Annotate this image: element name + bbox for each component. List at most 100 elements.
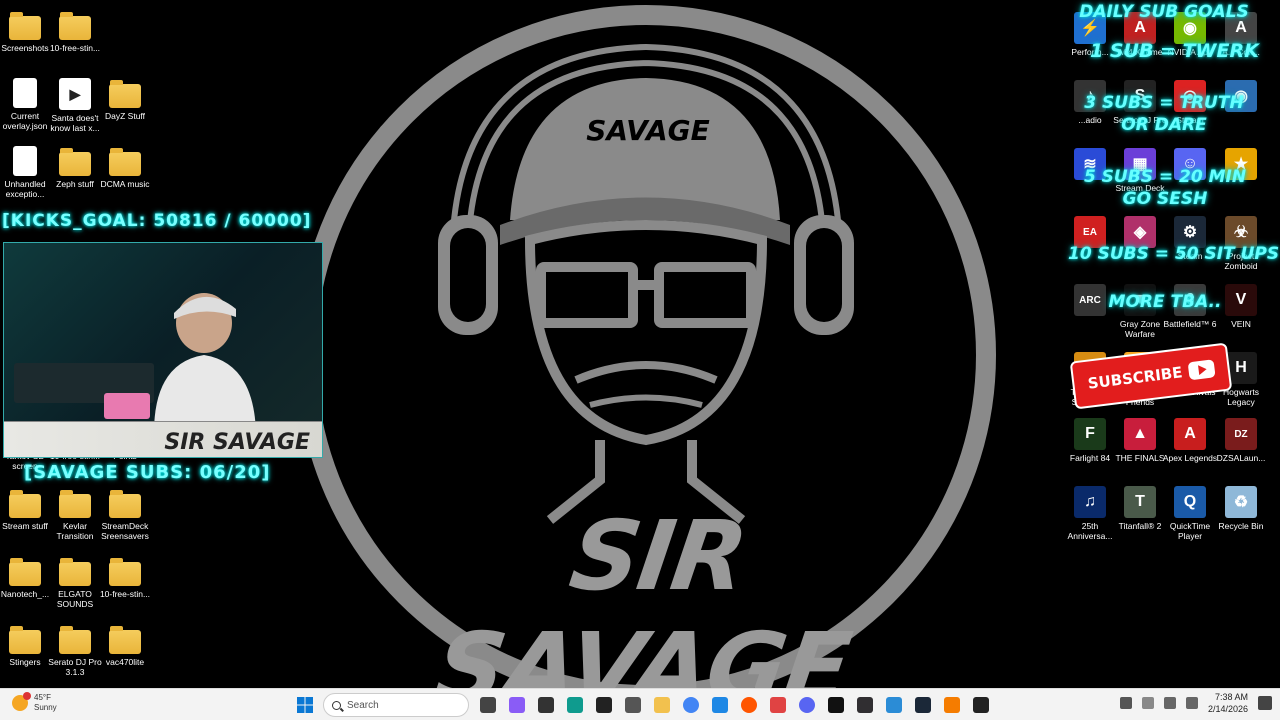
app-2-icon — [595, 697, 612, 713]
desktop-icon-10-free-stin[interactable]: 10-free-stin... — [45, 10, 105, 53]
goal-4: 10 SUBS = 50 SIT UPS — [1068, 244, 1280, 264]
desktop-icon-label: 10-free-stin... — [49, 43, 101, 53]
folder-icon — [9, 558, 41, 586]
taskbar: 45°F Sunny Search 7:38 AM 2/14/2026 — [0, 688, 1280, 720]
folder-icon — [59, 490, 91, 518]
chrome-icon — [682, 697, 699, 713]
app-1-taskbar-button[interactable] — [560, 692, 589, 718]
folder-icon — [9, 626, 41, 654]
capcut-taskbar-button[interactable] — [821, 692, 850, 718]
folder-icon — [9, 12, 41, 40]
terminal-icon — [537, 697, 554, 713]
file-explorer-taskbar-button[interactable] — [647, 692, 676, 718]
maps-taskbar-button[interactable] — [763, 692, 792, 718]
discord-taskbar-button[interactable] — [792, 692, 821, 718]
desktop-icon-recycle-bin[interactable]: ♻ Recycle Bin — [1211, 486, 1271, 531]
capcut-icon — [827, 697, 844, 713]
app-4-taskbar-button[interactable] — [937, 692, 966, 718]
app-icon: A — [1174, 418, 1206, 450]
photos-taskbar-button[interactable] — [705, 692, 734, 718]
pinned-apps — [473, 692, 995, 718]
app-icon: ♫ — [1074, 486, 1106, 518]
task-view-icon — [479, 697, 496, 713]
notepad-taskbar-button[interactable] — [879, 692, 908, 718]
steam-icon — [914, 697, 931, 713]
desktop-icon-streamdeck-sreensavers[interactable]: StreamDeck Sreensavers — [95, 488, 155, 541]
notepad-icon — [885, 697, 902, 713]
folder-icon — [109, 80, 141, 108]
app-2-taskbar-button[interactable] — [589, 692, 618, 718]
weather-widget[interactable]: 45°F Sunny — [12, 692, 57, 713]
desktop-icon-label: DCMA music — [100, 179, 150, 189]
file-icon — [13, 146, 37, 176]
maps-icon — [769, 697, 786, 713]
webcam-overlay: SIR SAVAGE — [3, 242, 323, 458]
desktop-icon-10-free-stin[interactable]: 10-free-stin... — [95, 556, 155, 599]
folder-icon — [109, 558, 141, 586]
desktop: SAVAGE SIR SAVAGE Screenshots 10-free-sti… — [0, 0, 1280, 688]
cam-banner: SIR SAVAGE — [4, 421, 322, 457]
steam-taskbar-button[interactable] — [908, 692, 937, 718]
copilot-icon — [508, 697, 525, 713]
clock-date: 2/14/2026 — [1207, 704, 1248, 714]
obs-taskbar-button[interactable] — [850, 692, 879, 718]
notifications-icon[interactable] — [1258, 696, 1272, 710]
app-icon: Q — [1174, 486, 1206, 518]
streamer-figure — [154, 293, 256, 433]
app-icon: ♻ — [1225, 486, 1257, 518]
desktop-icon-label: 10-free-stin... — [99, 589, 151, 599]
goal-3: 5 SUBS = 20 MIN GO SESH — [1083, 167, 1247, 209]
goals-title: DAILY SUB GOALS — [1079, 2, 1249, 22]
notification-badge — [23, 692, 31, 700]
clock-time: 7:38 AM — [1214, 692, 1248, 702]
app-icon: ▲ — [1124, 418, 1156, 450]
desktop-icon-vac470lite[interactable]: vac470lite — [95, 624, 155, 667]
weather-condition: Sunny — [34, 703, 57, 712]
start-button[interactable] — [290, 692, 319, 718]
windows-icon — [296, 697, 313, 713]
microphone-icon[interactable] — [1141, 697, 1154, 709]
folder-icon — [59, 12, 91, 40]
taskbar-search[interactable]: Search — [323, 693, 469, 717]
media-file-icon: ▶ — [59, 78, 91, 110]
app-icon: F — [1074, 418, 1106, 450]
chrome-taskbar-button[interactable] — [676, 692, 705, 718]
folder-icon — [109, 148, 141, 176]
desktop-icon-label: vac470lite — [105, 657, 145, 667]
folder-icon — [59, 558, 91, 586]
savage-subs-overlay: [SAVAGE SUBS: 06/20] — [24, 462, 271, 483]
copilot-taskbar-button[interactable] — [502, 692, 531, 718]
photos-icon — [711, 697, 728, 713]
file-explorer-icon — [653, 697, 670, 713]
goal-5: MORE TBA.. — [1108, 292, 1222, 312]
desktop-icon-dzsalaun[interactable]: DZ DZSALaun... — [1211, 418, 1271, 463]
sync-icon[interactable] — [1119, 697, 1132, 709]
clock[interactable]: 7:38 AM 2/14/2026 — [1208, 691, 1248, 715]
kicks-goal-overlay: [KICKS_GOAL: 50816 / 60000] — [2, 211, 312, 231]
desktop-icon-label: Recycle Bin — [1218, 521, 1264, 531]
volume-icon[interactable] — [1185, 697, 1198, 709]
desktop-icon-dcma-music[interactable]: DCMA music — [95, 146, 155, 189]
app-1-icon — [566, 697, 583, 713]
app-icon: T — [1124, 486, 1156, 518]
sun-icon — [12, 692, 31, 711]
folder-icon — [59, 148, 91, 176]
app-5-icon — [972, 697, 989, 713]
terminal-taskbar-button[interactable] — [531, 692, 560, 718]
app-5-taskbar-button[interactable] — [966, 692, 995, 718]
goal-2: 3 SUBS = TRUTH OR DARE — [1084, 93, 1244, 135]
system-tray: 7:38 AM 2/14/2026 — [1119, 691, 1272, 715]
youtube-play-icon — [1187, 359, 1216, 381]
obs-icon — [856, 697, 873, 713]
task-view-taskbar-button[interactable] — [473, 692, 502, 718]
keyboard — [104, 393, 150, 419]
network-icon[interactable] — [1163, 697, 1176, 709]
temperature: 45°F — [34, 693, 51, 702]
app-4-icon — [943, 697, 960, 713]
folder-icon — [109, 490, 141, 518]
app-3-taskbar-button[interactable] — [618, 692, 647, 718]
desktop-icon-dayz-stuff[interactable]: DayZ Stuff — [95, 78, 155, 121]
folder-icon — [109, 626, 141, 654]
soundcloud-taskbar-button[interactable] — [734, 692, 763, 718]
app-3-icon — [624, 697, 641, 713]
